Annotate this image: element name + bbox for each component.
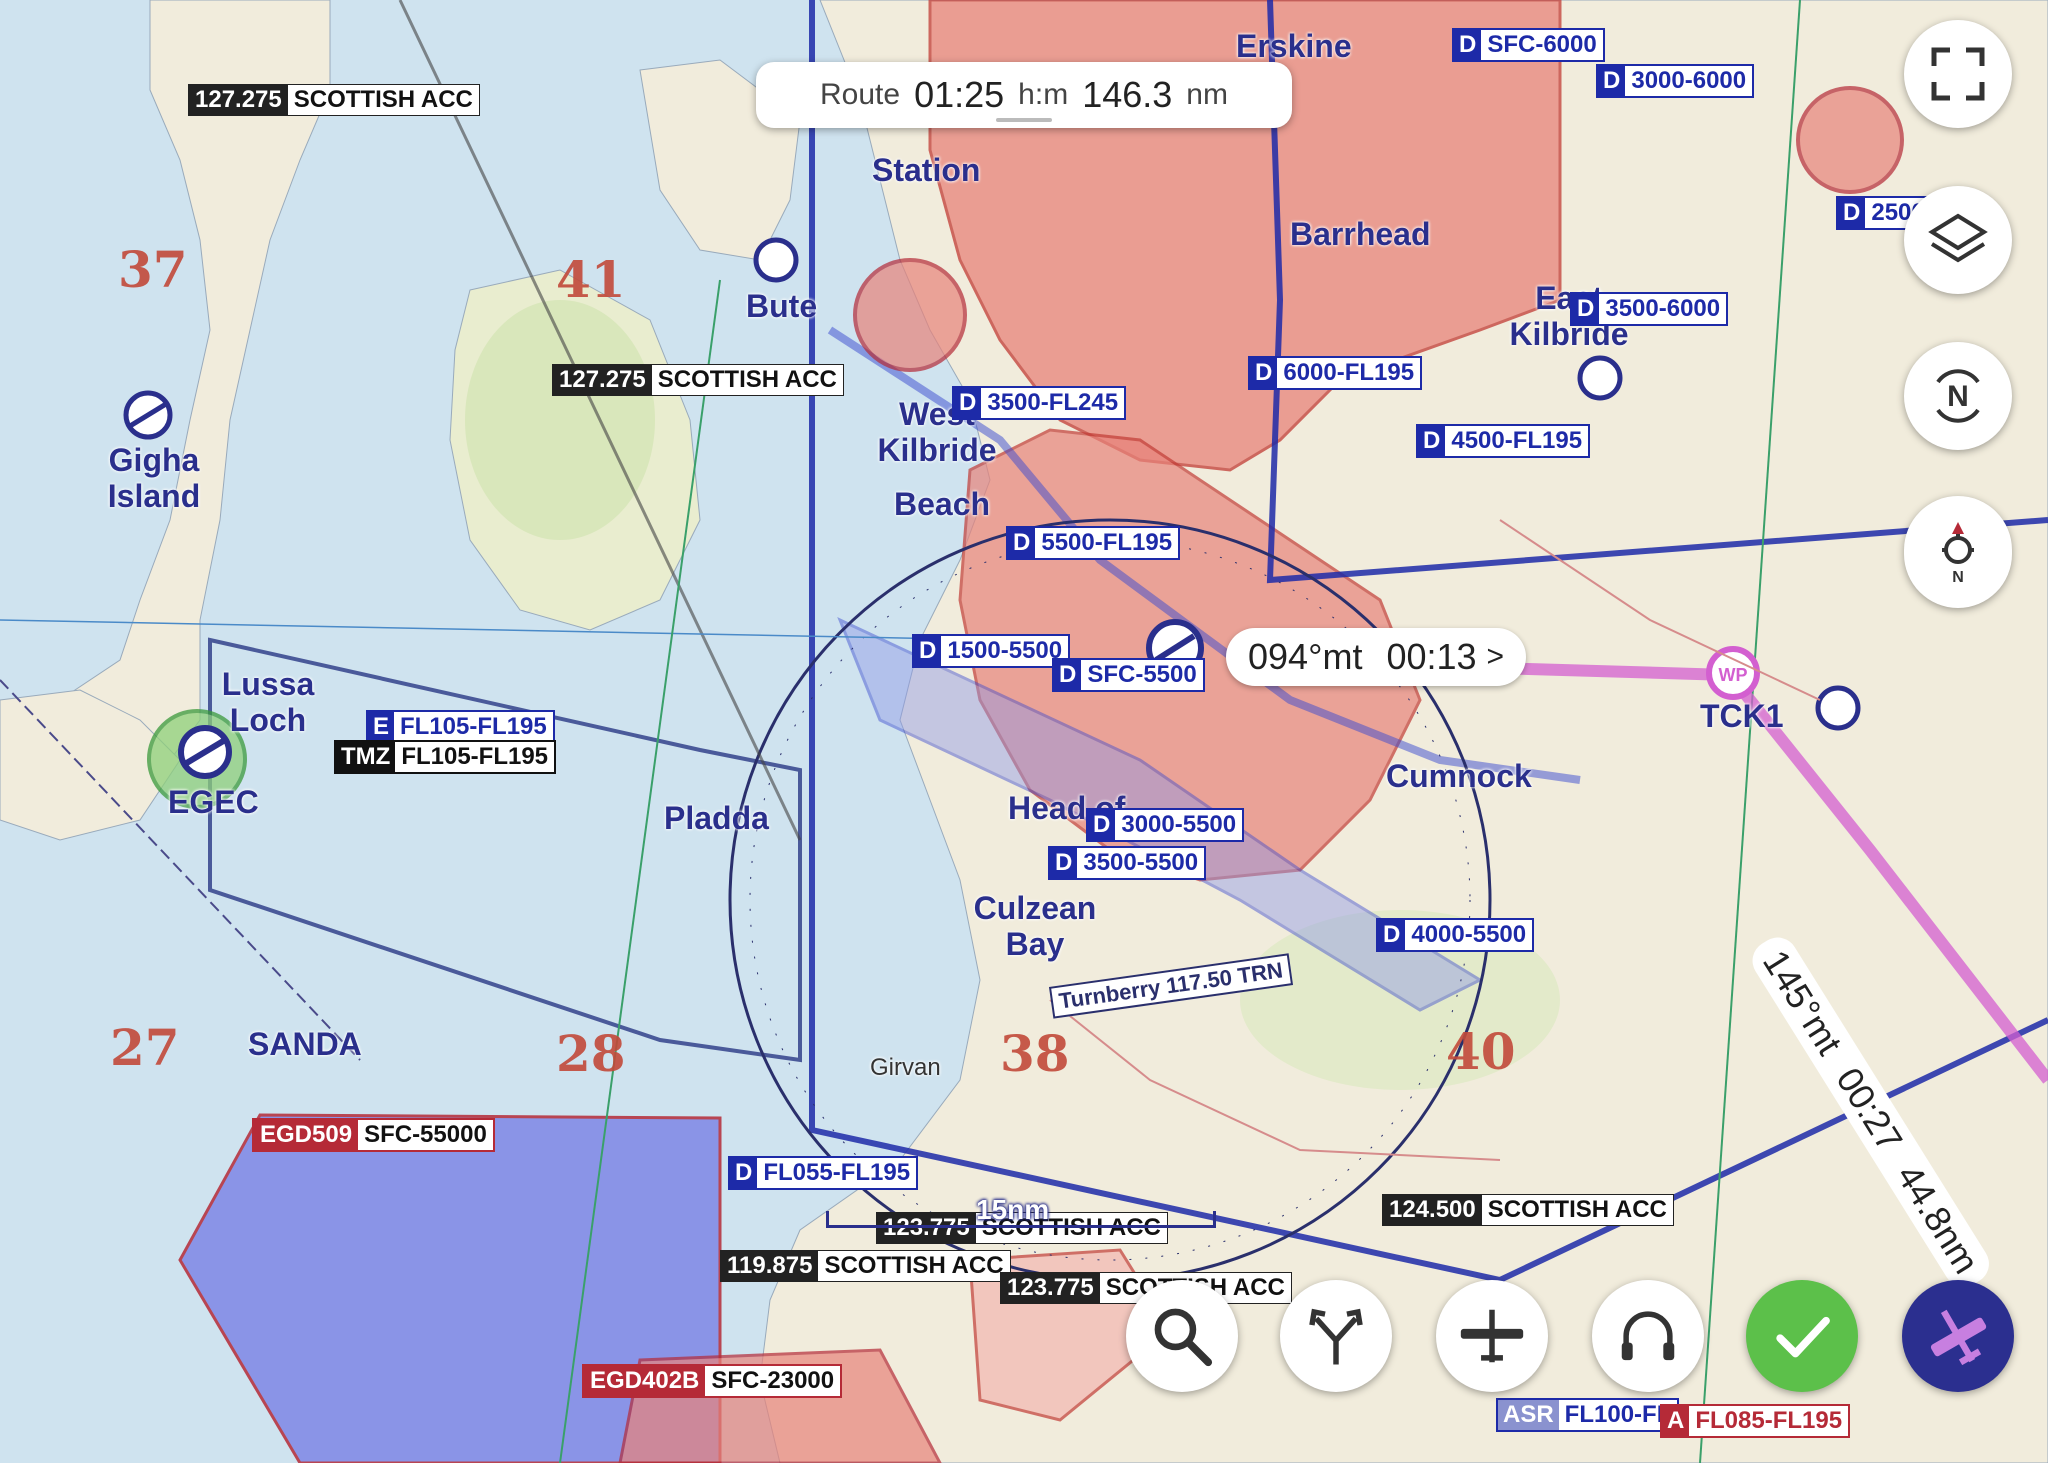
search-icon: [1154, 1308, 1213, 1367]
grid-number: 28: [556, 1024, 626, 1083]
fullscreen-button[interactable]: [1904, 20, 2012, 128]
place-cumnock: Cumnock: [1386, 758, 1532, 794]
route-leg-bubble[interactable]: 094°mt 00:13 >: [1226, 628, 1527, 686]
confirm-button[interactable]: [1746, 1280, 1858, 1392]
grid-number: 40: [1446, 1022, 1516, 1081]
airspace-label: D 3000-5500: [1086, 808, 1245, 842]
scale-bar-label: 15nm: [976, 1194, 1050, 1225]
danger-area-label: EGD402B SFC-23000: [582, 1364, 843, 1398]
route-button[interactable]: [1280, 1280, 1392, 1392]
north-up-button[interactable]: N: [1904, 342, 2012, 450]
airspace-label: A FL085-FL195: [1660, 1404, 1851, 1438]
place-bute: Bute: [746, 288, 818, 324]
airplane-icon: [1460, 1309, 1524, 1363]
svg-text:N: N: [1947, 380, 1969, 413]
airspace-label: D SFC-5500: [1052, 658, 1205, 692]
fullscreen-icon: [1931, 47, 1985, 101]
airspace-label: D 6000-FL195: [1248, 356, 1423, 390]
north-icon: N: [1936, 369, 1980, 423]
layers-button[interactable]: [1904, 186, 2012, 294]
waypoint-label[interactable]: TCK1: [1700, 698, 1784, 735]
route-time: 01:25: [914, 74, 1005, 115]
scale-bar: 15nm: [826, 1194, 1216, 1232]
route-distance-unit: nm: [1186, 78, 1228, 111]
place-lussa-loch: Lussa Loch: [221, 666, 315, 738]
frequency-label: 127.275 SCOTTISH ACC: [552, 364, 844, 396]
airspace-label: E FL105-FL195: [366, 710, 555, 744]
frequency-label: 119.875 SCOTTISH ACC: [720, 1250, 1011, 1282]
place-pladda: Pladda: [664, 800, 769, 836]
airfield-gigha: [123, 390, 173, 440]
airspace-label: D 3500-5500: [1048, 846, 1207, 880]
place-erskine: Erskine: [1236, 28, 1352, 64]
audio-button[interactable]: [1592, 1280, 1704, 1392]
airfield-strathaven: [1577, 355, 1623, 401]
drag-handle[interactable]: [996, 118, 1052, 122]
airspace-label: D 3500-6000: [1570, 292, 1729, 326]
chevron-right-icon: >: [1486, 640, 1505, 673]
location-compass-icon: N: [1942, 522, 1974, 584]
plane-icon: [1930, 1309, 1987, 1366]
frequency-label: 127.275 SCOTTISH ACC: [188, 84, 480, 116]
restricted-circle: [1796, 86, 1904, 194]
leg-time: 00:13: [1386, 636, 1477, 677]
grid-number: 38: [1000, 1024, 1070, 1083]
airspace-label: D 3000-6000: [1596, 64, 1755, 98]
place-barrhead: Barrhead: [1290, 216, 1431, 252]
airspace-label: ASR FL100-FL: [1496, 1398, 1680, 1432]
place-sanda: SANDA: [248, 1026, 362, 1062]
airspace-label: D SFC-6000: [1452, 28, 1605, 62]
place-culzean-bay: Culzean Bay: [973, 890, 1097, 962]
aircraft-button[interactable]: [1436, 1280, 1548, 1392]
route-time-unit: h:m: [1018, 78, 1069, 111]
headset-icon: [1621, 1311, 1675, 1361]
svg-text:N: N: [1952, 569, 1964, 584]
place-girvan: Girvan: [870, 1054, 941, 1081]
place-egec: EGEC: [168, 784, 259, 820]
check-icon: [1776, 1316, 1830, 1358]
place-gigha-island: Gigha Island: [107, 442, 201, 514]
place-beach: Beach: [894, 486, 991, 522]
route-distance: 146.3: [1082, 74, 1173, 115]
search-button[interactable]: [1126, 1280, 1238, 1392]
frequency-label: 124.500 SCOTTISH ACC: [1382, 1194, 1674, 1226]
route-label: Route: [820, 78, 901, 111]
flight-mode-button[interactable]: [1902, 1280, 2014, 1392]
airspace-label: D 5500-FL195: [1006, 526, 1181, 560]
route-summary-bar[interactable]: Route 01:25 h:m 146.3 nm: [756, 62, 1292, 128]
airspace-label: D 4500-FL195: [1416, 424, 1591, 458]
restricted-circle: [853, 258, 967, 372]
danger-area-label: EGD509 SFC-55000: [252, 1118, 495, 1152]
airspace-label: D 1500-5500: [912, 634, 1071, 668]
route-split-icon: [1309, 1308, 1363, 1365]
layers-icon: [1928, 213, 1988, 263]
svg-text:WP: WP: [1719, 665, 1748, 685]
grid-number: 27: [110, 1018, 180, 1077]
airfield-bute: [753, 237, 799, 283]
airspace-label: D 3500-FL245: [952, 386, 1127, 420]
airspace-label: D 4000-5500: [1376, 918, 1535, 952]
airfield-eastfield: [1815, 685, 1861, 731]
airspace-label: TMZ FL105-FL195: [334, 740, 557, 774]
grid-number: 41: [556, 250, 626, 309]
airspace-label: D FL055-FL195: [728, 1156, 919, 1190]
grid-number: 37: [118, 240, 188, 299]
leg-heading: 094°mt: [1248, 636, 1363, 677]
locate-button[interactable]: N: [1904, 496, 2012, 608]
place-station: Station: [872, 152, 981, 188]
